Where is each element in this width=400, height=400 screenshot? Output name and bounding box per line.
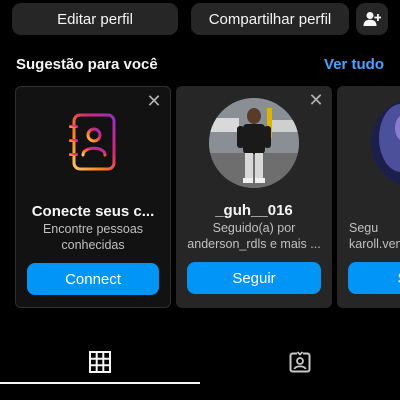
add-user-button[interactable] xyxy=(356,3,388,35)
follow-button[interactable]: S xyxy=(348,262,400,294)
card-subtitle: Segu karoll.ven xyxy=(349,220,400,252)
suggestions-title: Sugestão para você xyxy=(16,56,158,73)
avatar[interactable] xyxy=(371,98,400,188)
card-subtitle-line1: Encontre pessoas xyxy=(42,222,144,236)
active-tab-indicator xyxy=(0,382,200,384)
card-subtitle-line2: conhecidas xyxy=(61,238,125,252)
edit-profile-button[interactable]: Editar perfil xyxy=(12,3,178,35)
card-subtitle: Seguido(a) por anderson_rdls e mais ... xyxy=(182,220,326,252)
tab-posts-grid[interactable] xyxy=(0,345,200,379)
contact-book-icon xyxy=(69,113,116,171)
avatar-photo xyxy=(371,98,400,188)
avatar[interactable] xyxy=(209,98,299,188)
profile-actions: Editar perfil Compartilhar perfil xyxy=(12,3,388,35)
card-title[interactable]: _guh__016 xyxy=(182,202,326,219)
suggestion-card-user: ✕ _guh__016 Seguido(a) por anderson_rdls… xyxy=(176,86,332,308)
avatar-photo xyxy=(209,98,299,188)
suggestion-card-user: Segu karoll.ven S xyxy=(337,86,400,308)
connect-button[interactable]: Connect xyxy=(27,263,159,295)
card-subtitle-line1: Seguido(a) por xyxy=(212,221,296,235)
close-icon[interactable]: ✕ xyxy=(308,91,324,109)
suggestions-header: Sugestão para você Ver tudo xyxy=(16,56,384,76)
share-profile-button[interactable]: Compartilhar perfil xyxy=(191,3,349,35)
profile-tab-bar xyxy=(0,345,400,400)
card-title: Conecte seus c... xyxy=(31,203,155,220)
tagged-person-icon xyxy=(289,351,311,373)
close-icon[interactable]: ✕ xyxy=(146,92,162,110)
card-subtitle-line2: anderson_rdls e mais ... xyxy=(187,237,321,251)
card-subtitle-line2: karoll.ven xyxy=(349,237,400,251)
see-all-link[interactable]: Ver tudo xyxy=(324,56,384,73)
card-subtitle: Encontre pessoas conhecidas xyxy=(22,221,164,253)
suggestion-card-connect: ✕ Conecte seus c... Encontre pessoas con… xyxy=(15,86,171,308)
tab-tagged[interactable] xyxy=(200,345,400,379)
follow-button[interactable]: Seguir xyxy=(187,262,321,294)
grid-icon xyxy=(89,351,111,373)
add-user-icon xyxy=(363,12,381,26)
card-subtitle-line1: Segu xyxy=(349,221,379,235)
